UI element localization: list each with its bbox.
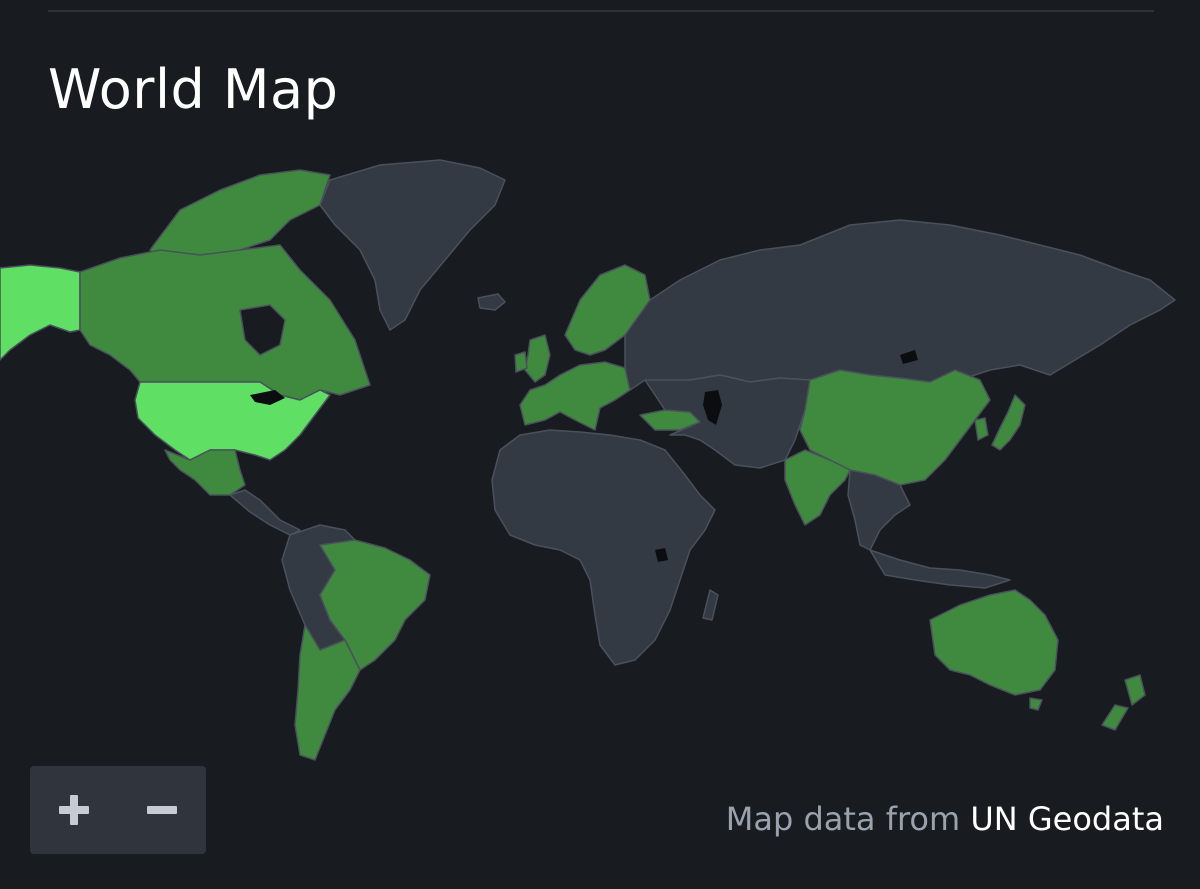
region-ireland [514, 351, 528, 373]
attribution-source[interactable]: UN Geodata [970, 800, 1164, 838]
minus-icon [147, 806, 177, 814]
region-indonesia [869, 549, 1011, 589]
world-map[interactable] [0, 150, 1200, 790]
region-tasmania [1029, 697, 1043, 711]
top-divider [48, 10, 1154, 12]
region-mexico [164, 449, 246, 496]
region-australia [929, 589, 1059, 696]
region-madagascar [702, 589, 719, 621]
region-central-america [229, 489, 301, 536]
region-korea [974, 417, 989, 441]
attribution-prefix: Map data from [725, 800, 961, 838]
region-canada [79, 244, 371, 401]
region-new-zealand-south [1101, 704, 1129, 731]
region-japan [991, 394, 1026, 451]
region-africa [491, 429, 716, 666]
region-russia [624, 219, 1176, 391]
plus-icon [59, 795, 89, 825]
region-new-zealand [1124, 674, 1146, 706]
region-iceland [477, 293, 506, 311]
page-title: World Map [48, 58, 339, 121]
map-attribution: Map data from UN Geodata [726, 800, 1164, 838]
region-alaska [0, 264, 81, 361]
region-united-kingdom [524, 334, 551, 383]
zoom-controls [30, 766, 206, 854]
zoom-out-button[interactable] [118, 766, 206, 854]
region-greenland [319, 159, 506, 331]
zoom-in-button[interactable] [30, 766, 118, 854]
